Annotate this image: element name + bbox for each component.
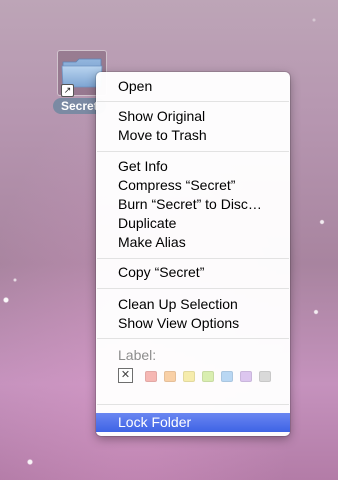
- menu-separator: [97, 258, 289, 259]
- menu-item-lock-folder[interactable]: Lock Folder: [96, 413, 290, 432]
- menu-separator: [97, 101, 289, 102]
- label-none-icon[interactable]: ✕: [118, 368, 133, 383]
- menu-item-show-view-options[interactable]: Show View Options: [96, 314, 290, 333]
- menu-item-show-original[interactable]: Show Original: [96, 107, 290, 126]
- menu-item-clean-up-selection[interactable]: Clean Up Selection: [96, 295, 290, 314]
- label-swatch-yellow[interactable]: [183, 371, 195, 382]
- menu-item-make-alias[interactable]: Make Alias: [96, 233, 290, 252]
- menu-item-move-to-trash[interactable]: Move to Trash: [96, 126, 290, 145]
- menu-separator: [97, 288, 289, 289]
- label-swatch-gray[interactable]: [259, 371, 271, 382]
- menu-item-open[interactable]: Open: [96, 77, 290, 96]
- menu-item-get-info[interactable]: Get Info: [96, 157, 290, 176]
- menu-item-burn-to-disc[interactable]: Burn “Secret” to Disc…: [96, 195, 290, 214]
- menu-separator: [97, 338, 289, 339]
- menu-separator: [97, 151, 289, 152]
- label-swatch-green[interactable]: [202, 371, 214, 382]
- alias-arrow-icon: ↗: [61, 84, 74, 97]
- context-menu: Open Show Original Move to Trash Get Inf…: [96, 72, 290, 436]
- menu-item-compress[interactable]: Compress “Secret”: [96, 176, 290, 195]
- menu-item-duplicate[interactable]: Duplicate: [96, 214, 290, 233]
- label-swatch-red[interactable]: [145, 371, 157, 382]
- label-swatch-orange[interactable]: [164, 371, 176, 382]
- label-heading: Label:: [118, 347, 157, 363]
- label-swatch-blue[interactable]: [221, 371, 233, 382]
- menu-separator: [97, 404, 289, 405]
- label-swatch-purple[interactable]: [240, 371, 252, 382]
- menu-item-copy[interactable]: Copy “Secret”: [96, 263, 290, 282]
